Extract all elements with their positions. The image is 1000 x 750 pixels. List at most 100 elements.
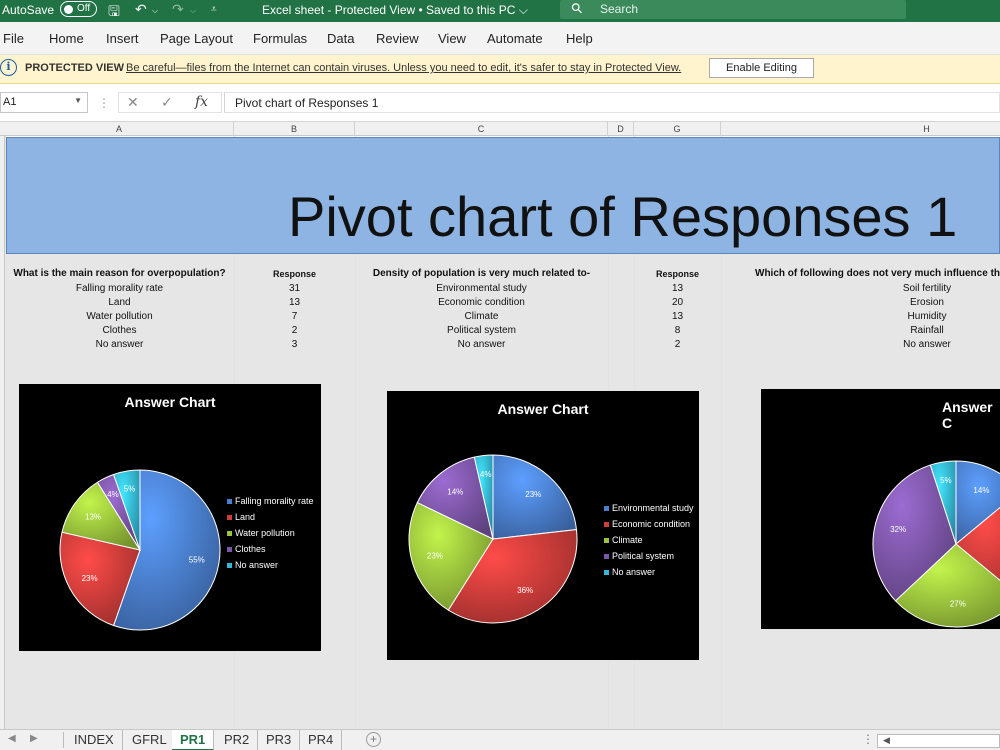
menu-data[interactable]: Data (327, 31, 354, 46)
table-cell[interactable]: Erosion (721, 297, 1000, 308)
menu-review[interactable]: Review (376, 31, 419, 46)
table1-response-header[interactable]: Response (234, 269, 355, 279)
column-header-a[interactable]: A (5, 122, 234, 136)
column-header-c[interactable]: C (355, 122, 608, 136)
document-title[interactable]: Excel sheet - Protected View • Saved to … (262, 3, 528, 18)
table-cell[interactable]: No answer (5, 339, 234, 350)
scroll-tabs-right-icon[interactable]: ▶ (30, 733, 38, 744)
table-cell[interactable]: 2 (634, 339, 721, 350)
pie-chart-overpopulation[interactable]: Answer Chart 55% 23% 13% 4% 5% Falling morali… (19, 384, 321, 651)
pie-chart-influence[interactable]: Answer C 14% 27% 32% 5% (761, 389, 1000, 629)
table-cell[interactable]: 3 (234, 339, 355, 350)
sheet-tab-pr2[interactable]: PR2 (216, 730, 259, 750)
table-cell[interactable]: Rainfall (721, 325, 1000, 336)
info-icon: i (0, 59, 17, 76)
sheet-tab-pr4[interactable]: PR4 (300, 730, 343, 750)
pie-chart-density[interactable]: Answer Chart 23% 36% 23% 14% 4% Environmental… (387, 391, 699, 660)
undo-icon[interactable]: ↶ (135, 1, 147, 18)
scroll-left-icon[interactable]: ◀ (883, 735, 890, 746)
menu-view[interactable]: View (438, 31, 466, 46)
legend-label: Economic condition (612, 519, 691, 529)
legend-label: Political system (612, 551, 675, 561)
table-cell[interactable]: 7 (234, 311, 355, 322)
table-cell[interactable]: 2 (234, 325, 355, 336)
table-cell[interactable]: Clothes (5, 325, 234, 336)
table-cell[interactable]: Land (5, 297, 234, 308)
table-cell[interactable]: 13 (234, 297, 355, 308)
column-header-d[interactable]: D (608, 122, 634, 136)
table2-question[interactable]: Density of population is very much relat… (355, 268, 608, 279)
protected-view-message[interactable]: Be careful—files from the Internet can c… (126, 62, 681, 74)
table1-question[interactable]: What is the main reason for overpopulati… (5, 268, 234, 279)
menu-home[interactable]: Home (49, 31, 84, 46)
sheet-tab-gfrl[interactable]: GFRL (124, 730, 176, 750)
legend-item[interactable]: Water pollution (227, 528, 295, 538)
table-cell[interactable]: Economic condition (355, 297, 608, 308)
table-cell[interactable]: 13 (634, 311, 721, 322)
menu-page-layout[interactable]: Page Layout (160, 31, 233, 46)
sheet-tab-pr1[interactable]: PR1 (172, 730, 215, 750)
legend-label: Clothes (235, 544, 266, 554)
legend-swatch (227, 547, 232, 553)
insert-function-icon[interactable]: fx (195, 94, 208, 110)
sheet-tab-pr3[interactable]: PR3 (258, 730, 301, 750)
cancel-icon[interactable]: ✕ (127, 94, 139, 111)
legend-item[interactable]: Climate (604, 535, 643, 545)
worksheet-grid[interactable]: A B C D G H Pivot chart of Responses 1 W… (0, 122, 1000, 729)
legend-item[interactable]: No answer (227, 560, 278, 570)
table-cell[interactable]: 31 (234, 283, 355, 294)
table-cell[interactable]: Political system (355, 325, 608, 336)
legend-item[interactable]: No answer (604, 567, 655, 577)
menu-file[interactable]: File (3, 31, 24, 46)
menu-automate[interactable]: Automate (487, 31, 543, 46)
table-cell[interactable]: 13 (634, 283, 721, 294)
legend-item[interactable]: Environmental study (604, 503, 694, 513)
table-cell[interactable]: Soil fertility (721, 283, 1000, 294)
table-cell[interactable]: 20 (634, 297, 721, 308)
data-label: 23% (525, 490, 541, 499)
table2-response-header[interactable]: Response (634, 269, 721, 279)
data-label: 23% (427, 552, 443, 561)
ribbon-tabs: File Home Insert Page Layout Formulas Da… (0, 22, 1000, 55)
autosave-toggle[interactable]: Off (60, 1, 97, 17)
table-cell[interactable]: Environmental study (355, 283, 608, 294)
table-cell[interactable]: No answer (355, 339, 608, 350)
chevron-down-icon[interactable]: ▼ (74, 96, 82, 105)
redo-icon[interactable]: ↷ (172, 1, 184, 18)
table-cell[interactable]: Falling morality rate (5, 283, 234, 294)
legend-item[interactable]: Clothes (227, 544, 266, 554)
table-cell[interactable]: Climate (355, 311, 608, 322)
table-cell[interactable]: Water pollution (5, 311, 234, 322)
title-banner[interactable]: Pivot chart of Responses 1 (6, 137, 1000, 254)
customize-toolbar-icon[interactable]: ⩡ (211, 4, 217, 15)
search-box[interactable]: ⚲ Search (560, 0, 906, 19)
table-cell[interactable]: No answer (721, 339, 1000, 350)
menu-formulas[interactable]: Formulas (253, 31, 307, 46)
formula-input[interactable]: Pivot chart of Responses 1 (224, 92, 1000, 113)
undo-dropdown-icon[interactable]: ⌵ (152, 6, 158, 16)
more-options-icon[interactable]: ⋮ (862, 732, 874, 746)
column-header-h[interactable]: H (721, 122, 1000, 136)
menu-insert[interactable]: Insert (106, 31, 139, 46)
name-box[interactable]: A1 ▼ (0, 92, 88, 113)
sheet-tab-index[interactable]: INDEX (66, 730, 123, 750)
add-sheet-button[interactable]: + (366, 732, 381, 747)
table-cell[interactable]: 8 (634, 325, 721, 336)
table3-question[interactable]: Which of following does not very much in… (755, 268, 1000, 279)
legend-item[interactable]: Falling morality rate (227, 496, 314, 506)
legend-swatch (604, 554, 609, 560)
table-cell[interactable]: Humidity (721, 311, 1000, 322)
data-label: 5% (940, 476, 952, 485)
scroll-tabs-left-icon[interactable]: ◀ (8, 733, 16, 744)
legend-item[interactable]: Economic condition (604, 519, 690, 529)
column-header-b[interactable]: B (234, 122, 355, 136)
column-header-g[interactable]: G (634, 122, 721, 136)
confirm-icon[interactable]: ✓ (161, 94, 173, 111)
menu-help[interactable]: Help (566, 31, 593, 46)
legend-item[interactable]: Land (227, 512, 255, 522)
more-options-icon[interactable]: ⋮ (98, 96, 110, 110)
legend-item[interactable]: Political system (604, 551, 674, 561)
redo-dropdown-icon[interactable]: ⌵ (190, 6, 196, 16)
horizontal-scrollbar[interactable]: ◀ (877, 734, 1000, 748)
enable-editing-button[interactable]: Enable Editing (709, 58, 814, 78)
